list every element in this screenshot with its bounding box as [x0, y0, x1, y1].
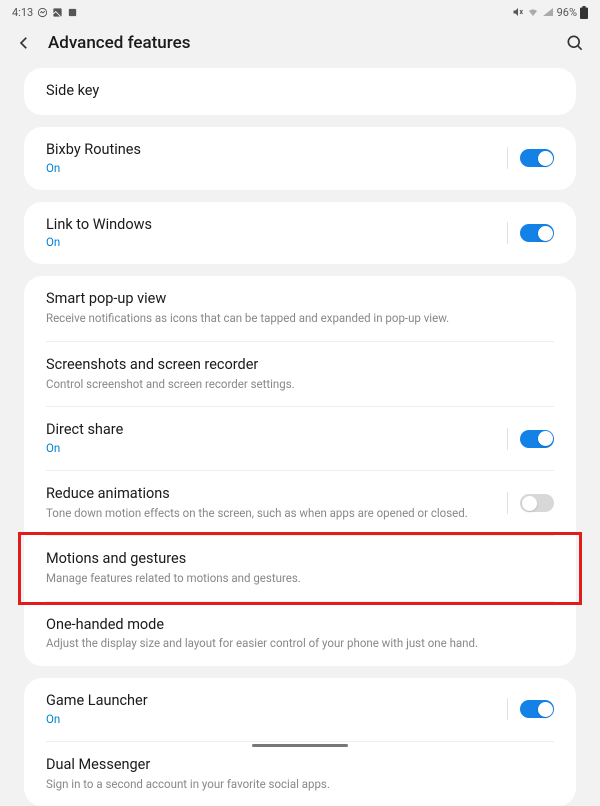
setting-row-one-handed-mode[interactable]: One-handed modeAdjust the display size a… [24, 602, 576, 666]
row-body: Side key [46, 82, 554, 101]
header: Advanced features [0, 24, 600, 68]
row-status: On [46, 161, 507, 176]
setting-row-game-launcher[interactable]: Game LauncherOn [24, 678, 576, 741]
row-title: One-handed mode [46, 616, 554, 635]
row-subtitle: Tone down motion effects on the screen, … [46, 506, 507, 522]
status-bar: 4:13 96% [0, 0, 600, 24]
search-button[interactable] [564, 32, 586, 54]
toggle-reduce-animations[interactable] [520, 494, 554, 512]
row-status: On [46, 712, 507, 727]
row-body: Motions and gestures Manage features rela… [46, 550, 554, 586]
status-right: 96% [512, 6, 588, 19]
setting-row-dual-messenger[interactable]: Dual Messenger Sign in to a second accoun… [24, 742, 576, 806]
toggle-knob [538, 431, 553, 446]
toggle-link-to-windows[interactable] [520, 224, 554, 242]
row-subtitle: Manage features related to motions and g… [46, 571, 554, 587]
gallery-icon [52, 7, 63, 18]
settings-group: Bixby RoutinesOn [24, 127, 576, 190]
row-body: Game LauncherOn [46, 692, 507, 727]
setting-row-direct-share[interactable]: Direct shareOn [24, 407, 576, 470]
settings-list: Side keyBixby RoutinesOnLink to WindowsO… [0, 68, 600, 806]
toggle-wrap [507, 222, 554, 244]
row-body: Reduce animations Tone down motion effect… [46, 485, 507, 521]
toggle-knob [522, 496, 537, 511]
row-title: Smart pop-up view [46, 290, 554, 309]
row-title: Reduce animations [46, 485, 507, 504]
row-subtitle: Sign in to a second account in your favo… [46, 777, 554, 793]
toggle-separator [507, 698, 508, 720]
notification-icon [67, 7, 78, 18]
toggle-separator [507, 492, 508, 514]
toggle-knob [538, 151, 553, 166]
setting-row-bixby-routines[interactable]: Bixby RoutinesOn [24, 127, 576, 190]
toggle-separator [507, 147, 508, 169]
chevron-left-icon [15, 34, 33, 52]
settings-group: Smart pop-up view Receive notifications a… [24, 276, 576, 666]
search-icon [565, 33, 585, 53]
toggle-separator [507, 222, 508, 244]
setting-row-link-to-windows[interactable]: Link to WindowsOn [24, 202, 576, 265]
toggle-wrap [507, 698, 554, 720]
setting-row-smart-pop-up-view[interactable]: Smart pop-up view Receive notifications a… [24, 276, 576, 340]
home-indicator[interactable] [252, 744, 348, 747]
toggle-knob [538, 226, 553, 241]
signal-icon [542, 6, 554, 18]
row-body: Direct shareOn [46, 421, 507, 456]
toggle-bixby-routines[interactable] [520, 149, 554, 167]
toggle-direct-share[interactable] [520, 430, 554, 448]
toggle-game-launcher[interactable] [520, 700, 554, 718]
back-button[interactable] [14, 33, 34, 53]
settings-group: Link to WindowsOn [24, 202, 576, 265]
setting-row-motions-and-gestures[interactable]: Motions and gestures Manage features rela… [24, 536, 576, 600]
row-title: Bixby Routines [46, 141, 507, 160]
row-body: Bixby RoutinesOn [46, 141, 507, 176]
row-title: Dual Messenger [46, 756, 554, 775]
row-title: Game Launcher [46, 692, 507, 711]
row-subtitle: Control screenshot and screen recorder s… [46, 377, 554, 393]
row-title: Link to Windows [46, 216, 507, 235]
row-body: One-handed modeAdjust the display size a… [46, 616, 554, 652]
setting-row-side-key[interactable]: Side key [24, 68, 576, 115]
toggle-wrap [507, 428, 554, 450]
toggle-knob [538, 702, 553, 717]
messenger-icon [37, 7, 48, 18]
row-title: Side key [46, 82, 554, 101]
clock: 4:13 [12, 6, 33, 19]
mute-icon [512, 6, 524, 18]
row-status: On [46, 235, 507, 250]
settings-group: Game LauncherOn Dual Messenger Sign in to … [24, 678, 576, 806]
settings-group: Side key [24, 68, 576, 115]
wifi-icon [527, 6, 539, 18]
row-title: Screenshots and screen recorder [46, 356, 554, 375]
row-subtitle: Adjust the display size and layout for e… [46, 636, 554, 652]
page-title: Advanced features [48, 33, 550, 53]
setting-row-reduce-animations[interactable]: Reduce animations Tone down motion effect… [24, 471, 576, 535]
row-body: Smart pop-up view Receive notifications a… [46, 290, 554, 326]
row-subtitle: Receive notifications as icons that can … [46, 311, 554, 327]
row-title: Direct share [46, 421, 507, 440]
row-body: Screenshots and screen recorder Control s… [46, 356, 554, 392]
setting-row-screenshots-and-screen-recorder[interactable]: Screenshots and screen recorder Control s… [24, 342, 576, 406]
toggle-separator [507, 428, 508, 450]
row-status: On [46, 441, 507, 456]
row-body: Dual Messenger Sign in to a second accoun… [46, 756, 554, 792]
row-title: Motions and gestures [46, 550, 554, 569]
row-body: Link to WindowsOn [46, 216, 507, 251]
battery-icon [580, 6, 588, 19]
toggle-wrap [507, 492, 554, 514]
battery-percent: 96% [557, 6, 577, 19]
toggle-wrap [507, 147, 554, 169]
status-left: 4:13 [12, 6, 78, 19]
